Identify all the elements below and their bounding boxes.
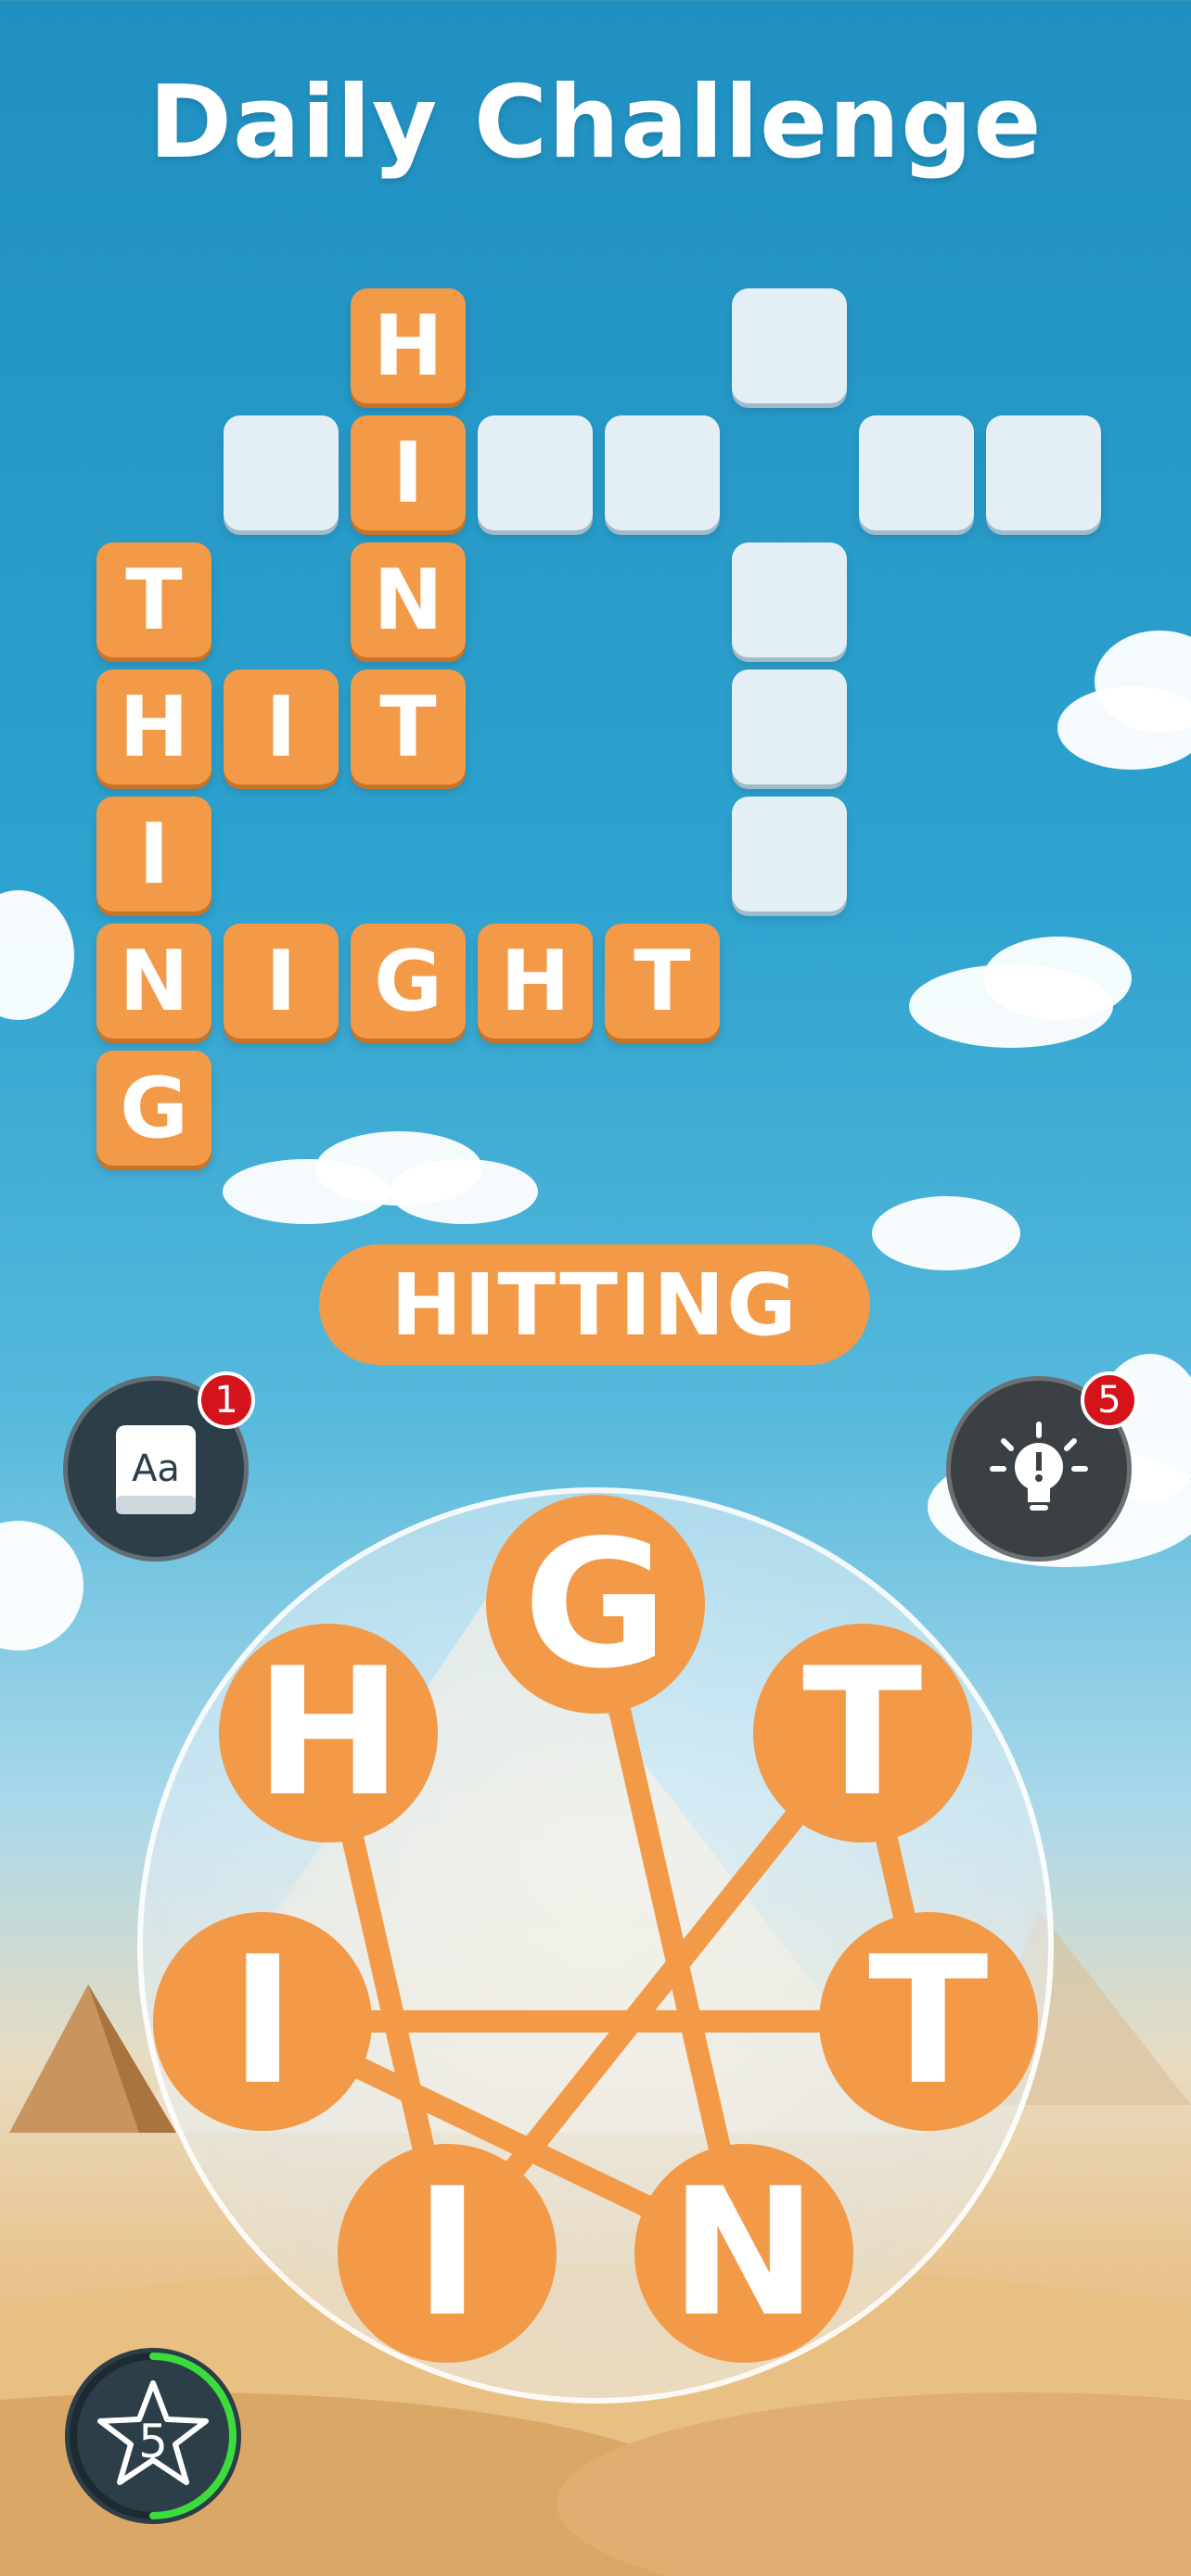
wheel-letter-h[interactable]: H <box>219 1623 439 1843</box>
letter-tile: H <box>478 924 593 1039</box>
letter-tile: I <box>224 670 339 784</box>
stars-button[interactable]: 5 <box>65 2348 241 2524</box>
empty-cell <box>732 542 847 657</box>
dictionary-icon: Aa <box>116 1425 196 1514</box>
current-word-display: HITTING <box>319 1244 870 1365</box>
letter-tile: G <box>96 1051 211 1166</box>
letter-tile: G <box>351 924 466 1039</box>
letter-tile: N <box>96 924 211 1039</box>
wheel-letter-i[interactable]: I <box>338 2143 557 2363</box>
letter-tile: I <box>224 924 339 1039</box>
empty-cell <box>986 415 1101 530</box>
letter-tile: H <box>351 288 466 403</box>
hint-button[interactable]: 5 <box>946 1371 1138 1562</box>
wheel-letter-g[interactable]: G <box>486 1495 705 1714</box>
letter-tile: N <box>351 542 466 657</box>
dictionary-button[interactable]: Aa 1 <box>63 1371 255 1562</box>
empty-cell <box>478 415 593 530</box>
wheel-letter-t[interactable]: T <box>818 1911 1038 2131</box>
letter-tile: T <box>96 542 211 657</box>
empty-cell <box>732 797 847 912</box>
wheel-letter-i[interactable]: I <box>153 1911 373 2131</box>
wheel-letter-t[interactable]: T <box>752 1623 972 1843</box>
lightbulb-icon <box>990 1422 1088 1511</box>
letter-tile: T <box>351 670 466 784</box>
crossword-grid: HINTTHIINIGHTG <box>0 0 1191 1205</box>
dictionary-label: Aa <box>132 1447 180 1490</box>
letter-tile: T <box>605 924 720 1039</box>
hint-badge: 5 <box>1081 1371 1138 1429</box>
empty-cell <box>859 415 974 530</box>
dictionary-badge: 1 <box>198 1371 255 1429</box>
letter-tile: I <box>351 415 466 530</box>
letter-tile: I <box>96 797 211 912</box>
empty-cell <box>732 288 847 403</box>
empty-cell <box>224 415 339 530</box>
letter-tile: H <box>96 670 211 784</box>
empty-cell <box>732 670 847 784</box>
star-count: 5 <box>138 2415 168 2468</box>
wheel-letter-n[interactable]: N <box>634 2143 853 2363</box>
empty-cell <box>605 415 720 530</box>
